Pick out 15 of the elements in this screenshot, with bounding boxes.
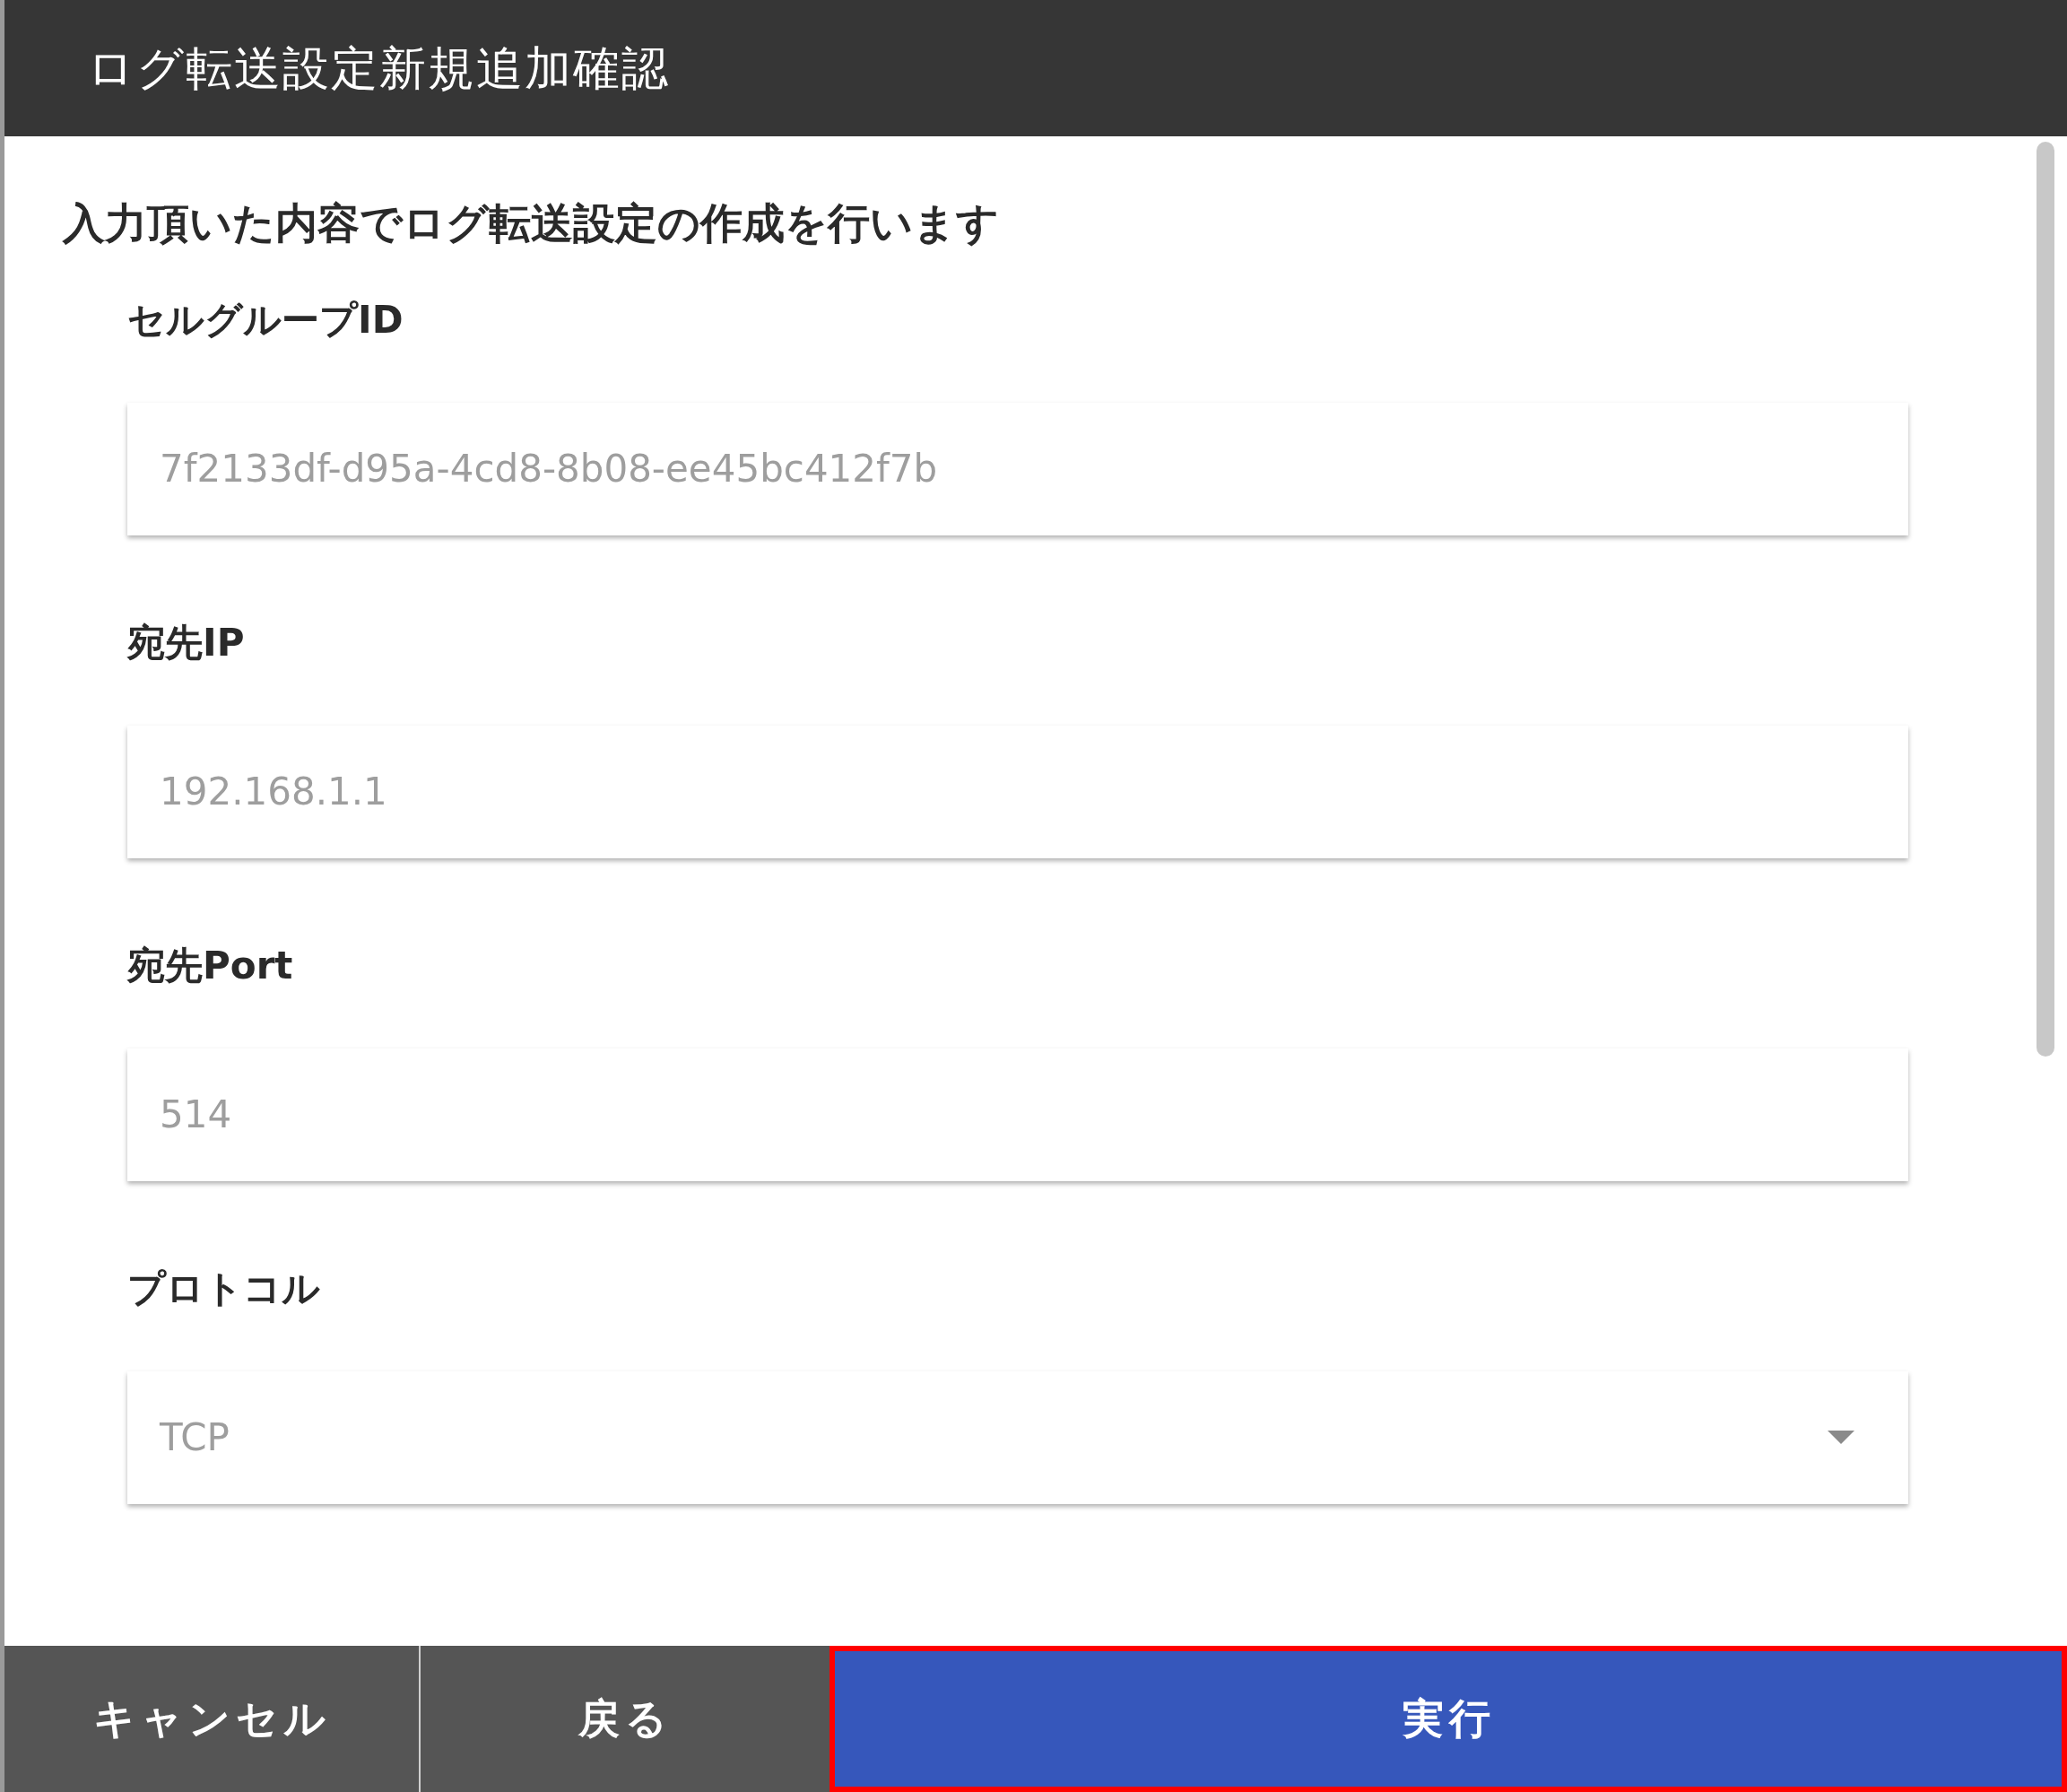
- window-title: ログ転送設定新規追加確認: [87, 40, 670, 97]
- input-field[interactable]: 7f2133df-d95a-4cd8-8b08-ee45bc412f7b: [127, 402, 1908, 535]
- execute-button[interactable]: 実行: [829, 1646, 2067, 1792]
- scrollbar-thumb[interactable]: [2037, 142, 2054, 1057]
- field-label: 宛先Port: [127, 942, 294, 989]
- field-label: 宛先IP: [127, 619, 246, 666]
- input-field[interactable]: 514: [127, 1048, 1908, 1181]
- input-field[interactable]: 192.168.1.1: [127, 725, 1908, 858]
- dropdown-caret-icon: [1828, 1431, 1854, 1444]
- confirmation-message: 入力頂いた内容でログ転送設定の作成を行います: [63, 197, 1000, 249]
- select-field[interactable]: TCP: [127, 1370, 1908, 1504]
- dialog-button[interactable]: キャンセル: [4, 1646, 419, 1792]
- field-label: プロトコル: [127, 1265, 321, 1312]
- dialog-button[interactable]: 戻る: [419, 1646, 829, 1792]
- field-label: セルグループID: [127, 296, 404, 344]
